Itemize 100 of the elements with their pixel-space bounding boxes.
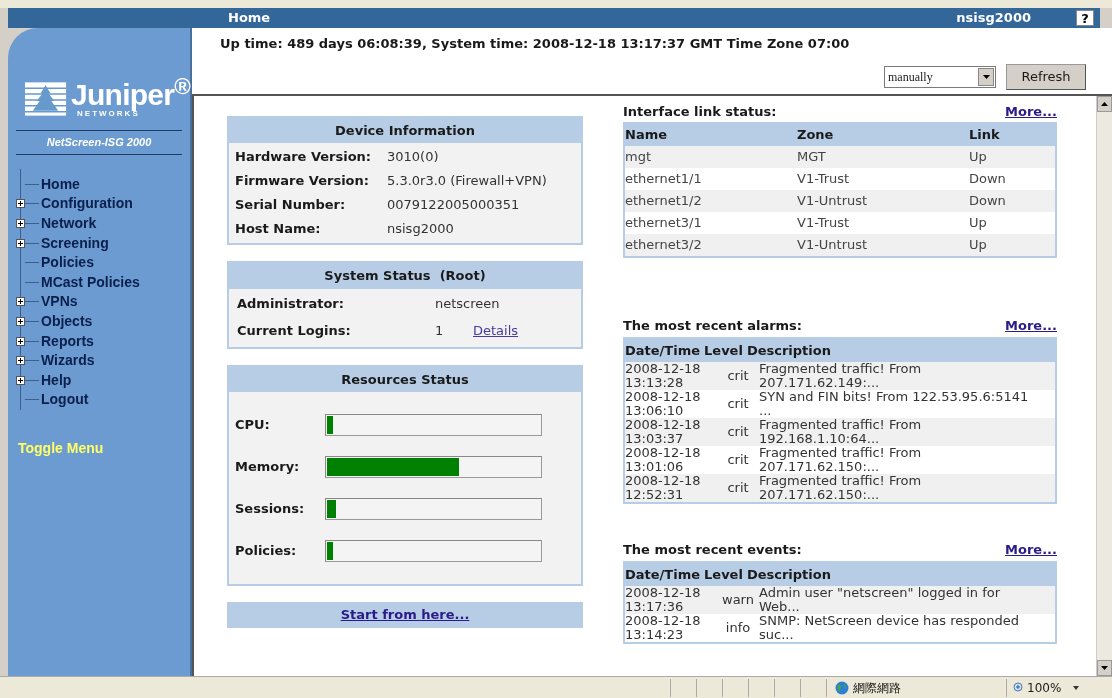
logo-subtitle: NETWORKS (77, 110, 140, 118)
expand-icon[interactable] (16, 297, 25, 307)
field-label: Current Logins: (237, 322, 352, 341)
menu-item[interactable]: Logout (41, 389, 89, 411)
more-link[interactable]: More... (1005, 540, 1057, 560)
expand-icon[interactable] (16, 336, 25, 346)
menu-item[interactable]: Wizards (41, 350, 95, 372)
logo-wordmark: Juniper$^{®}$ (71, 80, 190, 110)
panel-title: System Status (Root) (229, 263, 581, 289)
menu-item[interactable]: Screening (41, 232, 109, 254)
field-value: netscreen (435, 295, 500, 314)
zoom-icon (1013, 681, 1025, 694)
menu-item[interactable]: Reports (41, 330, 94, 352)
scroll-up-icon[interactable] (1097, 95, 1112, 112)
table-cell-text: crit (726, 369, 750, 383)
menu-item[interactable]: Policies (41, 252, 94, 274)
caret-icon[interactable] (1073, 685, 1080, 690)
column-header: Date/Time (625, 341, 701, 360)
tree-logo-icon (24, 81, 68, 117)
column-header: Link (969, 126, 1000, 145)
column-header: Description (746, 341, 831, 360)
device-model: NetScreen-ISG 2000 (46, 135, 152, 150)
menu-item[interactable]: Objects (41, 310, 93, 332)
expand-icon[interactable] (16, 238, 25, 248)
page-title: Home (228, 9, 271, 28)
table-cell-text: Admin user "netscreen" logged in for Web... (759, 586, 1001, 614)
column-header: Name (625, 126, 668, 145)
menu-item[interactable]: VPNs (41, 291, 78, 313)
section-title: Interface link status: (623, 102, 777, 121)
meter-label: CPU: (235, 416, 271, 435)
table-cell-text: SYN and FIN bits! From 122.53.95.6:5141 ... (759, 390, 1030, 418)
zoom-level[interactable]: 100% (1027, 678, 1062, 697)
field-value: 5.3.0r3.0 (Firewall+VPN) (387, 172, 547, 191)
menu-item[interactable]: Help (41, 369, 72, 391)
menu-item[interactable]: Network (41, 213, 97, 234)
table-cell-text: ethernet1/2 (625, 192, 703, 211)
meter-label: Sessions: (235, 500, 306, 519)
refresh-button[interactable]: Refresh (1006, 63, 1086, 90)
table-cell-text: crit (726, 481, 750, 495)
expand-icon[interactable] (16, 356, 25, 366)
field-value: 3010(0) (387, 148, 439, 167)
table-cell-text: Down (969, 170, 1006, 189)
field-value: 0079122005000351 (387, 196, 520, 215)
meter-label: Memory: (235, 458, 301, 477)
more-link[interactable]: More... (1005, 101, 1057, 121)
table-cell-text: warn (721, 593, 755, 607)
menu-item[interactable]: MCast Policies (41, 271, 140, 293)
table-cell-text: crit (726, 397, 750, 411)
field-label: Administrator: (237, 295, 345, 314)
field-label: Hardware Version: (235, 148, 373, 167)
scrollbar[interactable] (1096, 95, 1112, 676)
help-button[interactable]: ? (1076, 10, 1094, 26)
table-cell-text: SNMP: NetScreen device has responded suc... (759, 614, 1020, 642)
uptime-info: Up time: 489 days 06:08:39, System time: 2008-12-18 13:17:37 GMT Time Zone 07:00 (220, 35, 851, 53)
details-link[interactable]: Details (473, 321, 519, 341)
table-cell-text: 2008-12-18 13:13:28 (625, 362, 702, 390)
table-cell-text: 2008-12-18 13:01:06 (625, 446, 702, 474)
panel-title: Device Information (229, 117, 581, 143)
refresh-select[interactable]: manually (884, 65, 996, 88)
menu-item[interactable]: Home (41, 173, 80, 195)
table-cell-text: Down (969, 192, 1006, 211)
column-header: Level (704, 341, 743, 360)
column-header: Description (746, 565, 831, 584)
security-zone: 網際網路 (853, 679, 901, 697)
globe-icon (835, 680, 849, 695)
column-header: Zone (797, 126, 835, 145)
table-cell-text: ethernet3/2 (625, 236, 703, 255)
expand-icon[interactable] (16, 219, 25, 228)
field-label: Firmware Version: (235, 172, 370, 191)
field-value: 1 (435, 322, 445, 341)
more-link[interactable]: More... (1005, 316, 1057, 336)
table-cell-text: mgt (625, 148, 652, 167)
table-cell-text: Up (969, 214, 987, 233)
scroll-down-icon[interactable] (1097, 660, 1112, 676)
menu-item[interactable]: Configuration (41, 193, 133, 215)
table-cell-text: Fragmented traffic! From 192.168.1.10:64... (759, 418, 923, 446)
table-cell-text: 2008-12-18 13:03:37 (625, 418, 702, 446)
table-cell-text: ethernet3/1 (625, 214, 703, 233)
table-cell-text: crit (726, 425, 750, 439)
table-cell-text: Up (969, 148, 987, 167)
host-name: nsisg2000 (956, 9, 1031, 28)
table-cell-text: V1-Untrust (797, 192, 869, 211)
column-header: Level (704, 565, 743, 584)
table-cell-text: V1-Trust (797, 170, 851, 189)
section-title: The most recent events: (623, 541, 802, 559)
expand-icon[interactable] (16, 199, 25, 209)
panel-title: Resources Status (229, 366, 581, 392)
meter-label: Policies: (235, 542, 298, 561)
table-cell-text: info (724, 621, 752, 635)
table-cell-text: V1-Trust (797, 214, 851, 233)
section-title: The most recent alarms: (623, 317, 803, 335)
field-label: Host Name: (235, 220, 322, 239)
table-cell-text: Fragmented traffic! From 207.171.62.149:... (759, 362, 923, 390)
table-cell-text: MGT (797, 148, 827, 167)
table-cell-text: V1-Untrust (797, 236, 869, 255)
table-cell-text: ethernet1/1 (625, 170, 703, 189)
field-label: Serial Number: (235, 196, 347, 215)
expand-icon[interactable] (16, 316, 25, 326)
expand-icon[interactable] (16, 375, 25, 385)
table-cell-text: 2008-12-18 12:52:31 (625, 474, 702, 502)
